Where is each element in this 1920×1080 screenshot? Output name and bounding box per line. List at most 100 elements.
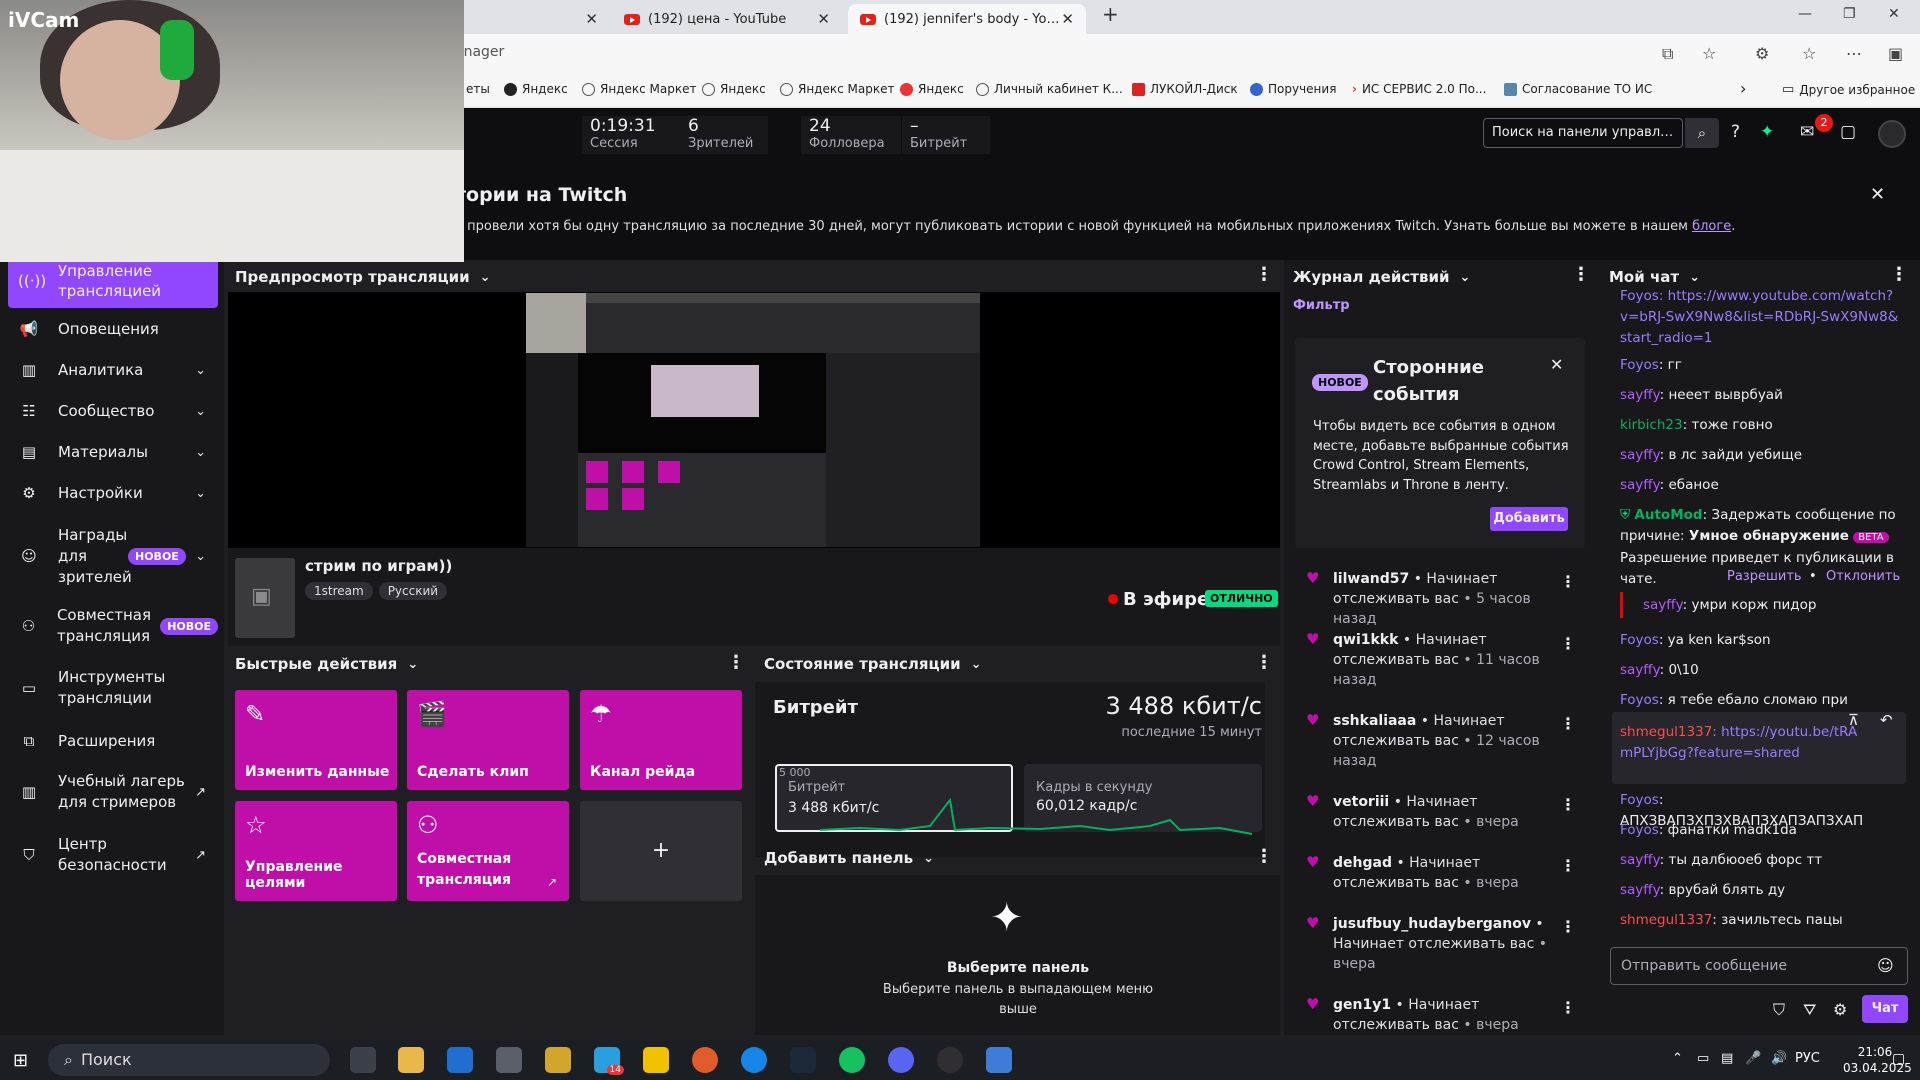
more-options-icon[interactable]: ⋮: [1560, 634, 1576, 653]
more-options-icon[interactable]: ⋮: [1255, 264, 1273, 285]
activity-event[interactable]: sshkaliaaa • Начинает отслеживать вас • …: [1333, 711, 1563, 771]
notification-center-icon[interactable]: ▢: [1892, 1051, 1905, 1067]
quick-action-clip[interactable]: 🎬 Сделать клип: [407, 690, 569, 790]
activity-event[interactable]: jusufbuy_hudayberganov • Начинает отслеж…: [1333, 914, 1563, 974]
bookmark[interactable]: Яндекс Маркет: [780, 82, 894, 96]
sidebar-item-alerts[interactable]: 📢 Оповещения: [8, 318, 218, 340]
shield-icon[interactable]: ⛉: [1773, 1000, 1785, 1020]
more-options-icon[interactable]: ⋮: [1560, 714, 1576, 733]
chat-username[interactable]: sayffy: [1620, 387, 1660, 403]
chat-username[interactable]: Foyos: [1620, 822, 1659, 838]
avatar[interactable]: [1878, 120, 1906, 148]
chat-username[interactable]: sayffy: [1620, 447, 1660, 463]
chat-username[interactable]: sayffy: [1620, 662, 1660, 678]
chat-username[interactable]: shmegul1337: [1620, 724, 1712, 740]
app-icon[interactable]: [692, 1047, 718, 1073]
emoji-icon[interactable]: ☺: [1877, 956, 1894, 975]
more-options-icon[interactable]: ⋮: [1560, 572, 1576, 591]
inbox-icon[interactable]: ✉: [1800, 122, 1814, 142]
activity-event[interactable]: lilwand57 • Начинает отслеживать вас • 5…: [1333, 569, 1563, 629]
help-icon[interactable]: ?: [1731, 122, 1740, 142]
allow-button[interactable]: Разрешить: [1727, 569, 1802, 584]
sidebar-item-rewards[interactable]: ☺ Награды для зрителей НОВОЕ ⌄: [8, 524, 218, 588]
tray-app-icon[interactable]: ▭: [1697, 1051, 1709, 1066]
filter-button[interactable]: Фильтр: [1293, 298, 1350, 313]
banner-blog-link[interactable]: блоге: [1692, 219, 1731, 234]
bookmark[interactable]: Яндекс: [900, 82, 964, 96]
bookmark[interactable]: Личный кабинет К...: [976, 82, 1123, 96]
close-icon[interactable]: ✕: [1870, 184, 1885, 205]
discord-icon[interactable]: [888, 1047, 914, 1073]
more-options-icon[interactable]: ⋮: [1560, 856, 1576, 875]
chat-username[interactable]: shmegul1337: [1620, 912, 1712, 928]
app-icon[interactable]: [839, 1047, 865, 1073]
chat-username[interactable]: Foyos: [1620, 692, 1659, 708]
tag[interactable]: Русский: [378, 582, 448, 600]
taskbar-search[interactable]: ⌕ Поиск: [48, 1044, 330, 1076]
extensions-icon[interactable]: ⚙: [1755, 44, 1769, 63]
activity-event[interactable]: gen1y1 • Начинает отслеживать вас • вчер…: [1333, 995, 1563, 1035]
outlook-icon[interactable]: [447, 1047, 473, 1073]
chat-link[interactable]: : https://www.youtube.com/watch?v=bRJ-Sw…: [1620, 288, 1898, 346]
app-icon[interactable]: [643, 1047, 669, 1073]
sidebar-item-analytics[interactable]: ▥ Аналитика ⌄: [8, 359, 218, 381]
chat-username[interactable]: sayffy: [1620, 852, 1660, 868]
bookmark[interactable]: Яндекс: [504, 82, 568, 96]
sidebar-item-bootcamp[interactable]: ▥ Учебный лагерь для стримеров ↗: [8, 770, 218, 814]
stream-health-header[interactable]: Состояние трансляции ⌄: [764, 648, 982, 680]
bookmark[interactable]: Согласование ТО ИС: [1504, 82, 1652, 96]
chat-username[interactable]: sayffy: [1643, 597, 1683, 613]
task-view-icon[interactable]: [350, 1047, 376, 1073]
sidebar-item-content[interactable]: ▤ Материалы ⌄: [8, 441, 218, 463]
more-options-icon[interactable]: ⋮: [1255, 652, 1273, 673]
sidebar-item-settings[interactable]: ⚙ Настройки ⌄: [8, 482, 218, 504]
tray-overflow-icon[interactable]: ⌃: [1672, 1051, 1683, 1066]
more-options-icon[interactable]: ⋮: [1560, 998, 1576, 1017]
sidebar-item-tools[interactable]: ▭ Инструменты трансляции: [8, 666, 218, 710]
chat-username[interactable]: sayffy: [1620, 882, 1660, 898]
more-icon[interactable]: ⋯: [1846, 44, 1862, 63]
sidebar-item-safety[interactable]: ⛉ Центр безопасности ↗: [8, 833, 218, 877]
close-icon[interactable]: ✕: [817, 10, 830, 28]
bookmark[interactable]: ЛУКОЙЛ-Диск: [1132, 82, 1238, 96]
more-options-icon[interactable]: ⋮: [1560, 795, 1576, 814]
window-close-icon[interactable]: ✕: [1888, 6, 1900, 22]
add-button[interactable]: Добавить: [1490, 507, 1568, 531]
store-icon[interactable]: [496, 1047, 522, 1073]
bookmark[interactable]: › ИС СЕРВИС 2.0 По...: [1352, 82, 1486, 96]
volume-icon[interactable]: 🔊: [1771, 1051, 1787, 1066]
activity-event[interactable]: qwi1kkk • Начинает отслеживать вас • 11 …: [1333, 630, 1563, 690]
more-options-icon[interactable]: ⋮: [1560, 917, 1576, 936]
chat-username[interactable]: Foyos: [1620, 792, 1659, 808]
bits-icon[interactable]: ⛛: [1803, 1000, 1816, 1020]
telegram-icon[interactable]: 14: [594, 1047, 624, 1075]
bookmark[interactable]: еты: [466, 82, 490, 96]
sidebar-toggle-icon[interactable]: ▣: [1888, 44, 1903, 63]
sidebar-item-extensions[interactable]: ⧉ Расширения: [8, 730, 218, 752]
search-icon[interactable]: ⌕: [1685, 118, 1719, 148]
activity-header[interactable]: Журнал действий ⌄: [1293, 261, 1470, 293]
deny-button[interactable]: Отклонить: [1826, 569, 1900, 584]
tab-youtube-2[interactable]: (192) jennifer's body - YouTube✕: [848, 4, 1086, 34]
other-favorites[interactable]: ▭ Другое избранное: [1782, 82, 1915, 97]
quick-action-goals[interactable]: ☆ Управление целями: [235, 801, 397, 901]
add-panel-header[interactable]: Добавить панель ⌄: [764, 842, 934, 874]
favorites-icon[interactable]: ☆: [1802, 44, 1816, 63]
sparkle-icon[interactable]: ✦: [1760, 122, 1774, 142]
favorite-star-icon[interactable]: ☆: [1702, 44, 1716, 63]
add-quick-action-button[interactable]: +: [580, 801, 742, 901]
obs-icon[interactable]: [937, 1047, 963, 1073]
bookmarks-overflow-icon[interactable]: ›: [1740, 79, 1746, 98]
reply-icon[interactable]: ↶: [1880, 711, 1893, 729]
app-icon[interactable]: [545, 1047, 571, 1073]
close-icon[interactable]: ✕: [1550, 355, 1563, 374]
quick-actions-header[interactable]: Быстрые действия ⌄: [235, 648, 418, 680]
chat-username[interactable]: Foyos: [1620, 632, 1659, 648]
gear-icon[interactable]: ⚙: [1833, 1000, 1847, 1019]
microphone-icon[interactable]: 🎤: [1745, 1051, 1761, 1066]
sidebar-item-collab[interactable]: ⚇ Совместная трансляция НОВОЕ: [8, 604, 218, 648]
tag[interactable]: 1stream: [305, 582, 373, 600]
language-indicator[interactable]: РУС: [1795, 1051, 1820, 1066]
quick-action-collab[interactable]: ⚇ Совместная трансляция ↗: [407, 801, 569, 901]
chat-username[interactable]: Foyos: [1620, 288, 1659, 304]
